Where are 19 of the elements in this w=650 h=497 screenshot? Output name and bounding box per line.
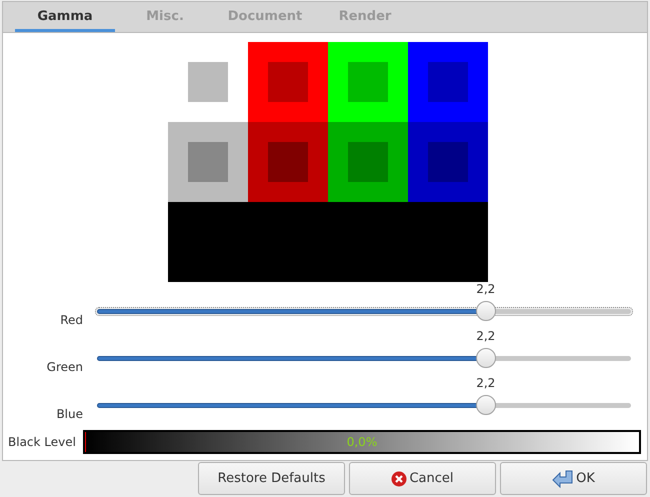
ok-button[interactable]: OK [500,462,647,495]
slider-thumb[interactable] [476,348,496,368]
slider-value: 2,2 [476,329,496,343]
slider-value: 2,2 [476,282,496,296]
slider-thumb[interactable] [476,395,496,415]
restore-defaults-button[interactable]: Restore Defaults [198,462,345,495]
slider-track[interactable] [95,307,633,316]
slider-label: Red [59,313,83,329]
slider-thumb[interactable] [476,301,496,321]
slider-value: 2,2 [476,376,496,390]
slider-track[interactable] [95,354,633,363]
return-arrow-icon [552,470,574,488]
cancel-icon [391,470,408,486]
slider-track[interactable] [95,401,633,410]
cancel-button[interactable]: Cancel [349,462,496,495]
slider-label: Green [46,360,83,376]
level-reading: 0,0% [346,435,378,449]
slider-label: Blue [55,407,83,423]
level-label: Black Level [8,435,76,449]
